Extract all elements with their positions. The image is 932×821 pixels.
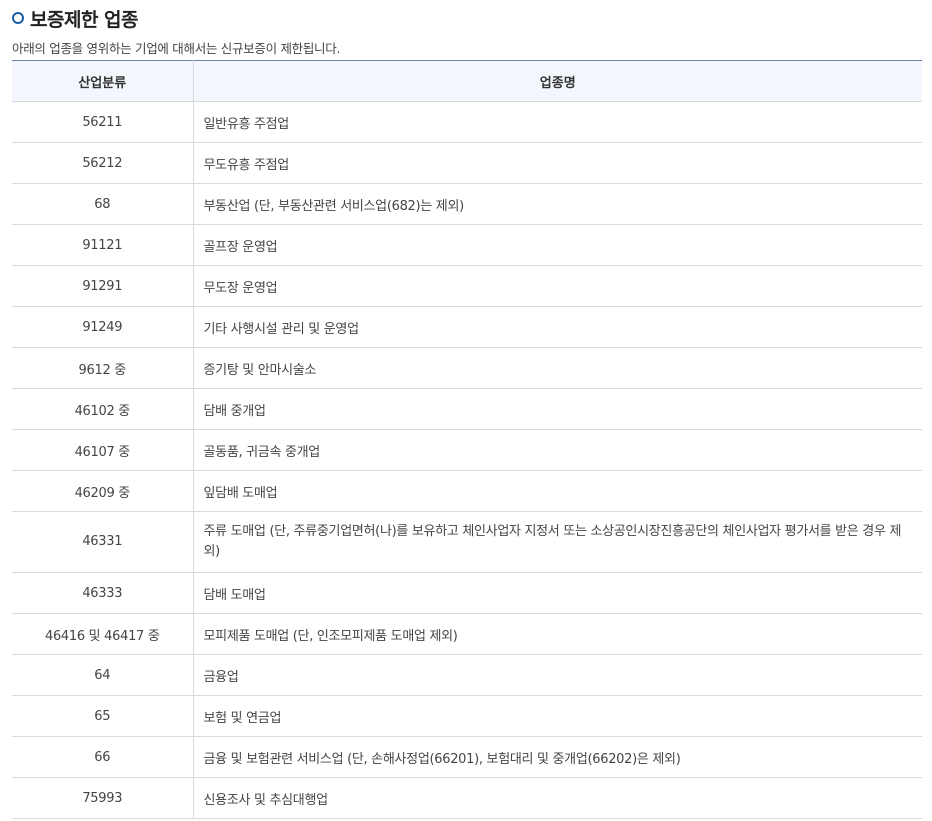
industry-code-cell: 9612 중 bbox=[12, 347, 194, 389]
section-description: 아래의 업종을 영위하는 기업에 대해서는 신규보증이 제한됩니다. bbox=[12, 41, 341, 56]
table-row: 46333 담배 도매업 bbox=[12, 572, 922, 614]
industry-name-cell: 골프장 운영업 bbox=[193, 224, 922, 266]
industry-code-cell: 91291 bbox=[12, 265, 194, 307]
table-row: 91249 기타 사행시설 관리 및 운영업 bbox=[12, 306, 922, 348]
industry-name-cell: 증기탕 및 안마시술소 bbox=[193, 347, 922, 389]
industry-code-cell: 46333 bbox=[12, 572, 194, 614]
industry-name-cell: 담배 중개업 bbox=[193, 388, 922, 430]
industry-name-cell: 신용조사 및 추심대행업 bbox=[193, 777, 922, 819]
industry-code-cell: 65 bbox=[12, 695, 194, 737]
industry-code-cell: 68 bbox=[12, 183, 194, 225]
industry-code-cell: 66 bbox=[12, 736, 194, 778]
industry-name-cell: 부동산업 (단, 부동산관련 서비스업(682)는 제외) bbox=[193, 183, 922, 225]
industry-name-cell: 금융 및 보험관련 서비스업 (단, 손해사정업(66201), 보험대리 및 … bbox=[193, 736, 922, 778]
table-row: 68 부동산업 (단, 부동산관련 서비스업(682)는 제외) bbox=[12, 183, 922, 225]
table-row: 91121 골프장 운영업 bbox=[12, 224, 922, 266]
industry-name-cell: 모피제품 도매업 (단, 인조모피제품 도매업 제외) bbox=[193, 613, 922, 655]
industry-name-cell: 골동품, 귀금속 중개업 bbox=[193, 429, 922, 471]
industry-name-cell: 잎담배 도매업 bbox=[193, 470, 922, 512]
industry-code-cell: 46416 및 46417 중 bbox=[12, 613, 194, 655]
industry-code-cell: 75993 bbox=[12, 777, 194, 819]
table-header-row: 산업분류 업종명 bbox=[12, 60, 922, 102]
table-row: 46331 주류 도매업 (단, 주류중기업면허(나)를 보유하고 체인사업자 지… bbox=[12, 511, 922, 573]
restricted-industries-table: 산업분류 업종명 56211 일반유흥 주점업 56212 무도유흥 주점업 68 부동산… bbox=[12, 60, 922, 819]
table-row: 64 금융업 bbox=[12, 654, 922, 696]
header-code: 산업분류 bbox=[12, 60, 194, 102]
industry-code-cell: 46107 중 bbox=[12, 429, 194, 471]
industry-code-cell: 91249 bbox=[12, 306, 194, 348]
table-row: 66 금융 및 보험관련 서비스업 (단, 손해사정업(66201), 보험대리 … bbox=[12, 736, 922, 778]
table-row: 46209 중 잎담배 도매업 bbox=[12, 470, 922, 512]
industry-name-cell: 무도장 운영업 bbox=[193, 265, 922, 307]
industry-code-cell: 56211 bbox=[12, 101, 194, 143]
industry-code-cell: 46102 중 bbox=[12, 388, 194, 430]
industry-code-cell: 64 bbox=[12, 654, 194, 696]
table-row: 9612 중 증기탕 및 안마시술소 bbox=[12, 347, 922, 389]
industry-name-cell: 보험 및 연금업 bbox=[193, 695, 922, 737]
industry-name-cell: 기타 사행시설 관리 및 운영업 bbox=[193, 306, 922, 348]
table-row: 56212 무도유흥 주점업 bbox=[12, 142, 922, 184]
industry-name-cell: 금융업 bbox=[193, 654, 922, 696]
section-header: 보증제한 업종 bbox=[12, 6, 139, 31]
table-row: 75993 신용조사 및 추심대행업 bbox=[12, 777, 922, 819]
table-row: 46416 및 46417 중 모피제품 도매업 (단, 인조모피제품 도매업 제… bbox=[12, 613, 922, 655]
industry-name-cell: 무도유흥 주점업 bbox=[193, 142, 922, 184]
table-row: 56211 일반유흥 주점업 bbox=[12, 101, 922, 143]
table-row: 65 보험 및 연금업 bbox=[12, 695, 922, 737]
table-row: 46102 중 담배 중개업 bbox=[12, 388, 922, 430]
section-title: 보증제한 업종 bbox=[30, 8, 139, 31]
industry-code-cell: 46331 bbox=[12, 511, 194, 573]
industry-name-cell: 일반유흥 주점업 bbox=[193, 101, 922, 143]
header-name: 업종명 bbox=[193, 60, 922, 102]
table-body: 56211 일반유흥 주점업 56212 무도유흥 주점업 68 부동산업 (단, 부동산… bbox=[12, 101, 922, 819]
industry-code-cell: 56212 bbox=[12, 142, 194, 184]
industry-code-cell: 46209 중 bbox=[12, 470, 194, 512]
industry-name-cell: 주류 도매업 (단, 주류중기업면허(나)를 보유하고 체인사업자 지정서 또는… bbox=[193, 511, 922, 573]
table-row: 91291 무도장 운영업 bbox=[12, 265, 922, 307]
industry-code-cell: 91121 bbox=[12, 224, 194, 266]
table-row: 46107 중 골동품, 귀금속 중개업 bbox=[12, 429, 922, 471]
circle-bullet-icon bbox=[12, 12, 24, 24]
industry-name-cell: 담배 도매업 bbox=[193, 572, 922, 614]
